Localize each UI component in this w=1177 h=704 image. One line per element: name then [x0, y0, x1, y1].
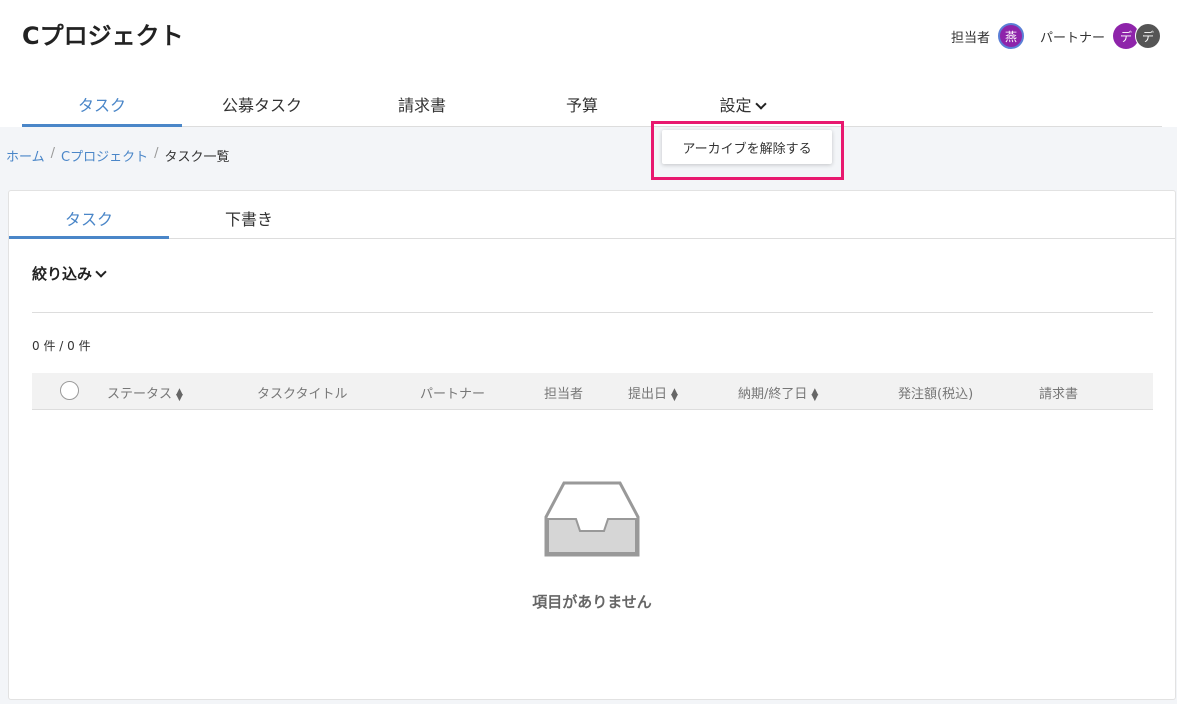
- highlight-box: [651, 121, 844, 180]
- tab-invoices[interactable]: 請求書: [342, 80, 502, 126]
- breadcrumb-current: タスク一覧: [164, 150, 230, 165]
- tab-tasks[interactable]: タスク: [22, 80, 182, 127]
- owner-label: 担当者: [950, 30, 990, 46]
- table-header: ステータス ▲ ▼ タスクタイトル パートナー 担当者 提出日 ▲ ▼ 納期/終了日 ▲ ▼…: [32, 373, 1153, 410]
- breadcrumb-home[interactable]: ホーム: [6, 146, 45, 165]
- chevron-down-icon: [754, 98, 767, 110]
- column-partner: パートナー: [420, 387, 486, 402]
- breadcrumb-project[interactable]: Cプロジェクト: [61, 146, 148, 165]
- column-deadline-label: 納期/終了日: [738, 387, 808, 402]
- column-submitted-label: 提出日: [628, 387, 668, 402]
- filter-toggle[interactable]: 絞り込み: [32, 263, 107, 284]
- project-members: 担当者 燕 パートナー デ デ: [951, 23, 1161, 49]
- column-deadline[interactable]: 納期/終了日 ▲ ▼: [738, 383, 818, 402]
- owner-avatar[interactable]: 燕: [997, 23, 1024, 49]
- result-count: 0 件 / 0 件: [32, 339, 91, 353]
- tab-budget[interactable]: 予算: [502, 80, 662, 126]
- project-title: Cプロジェクト: [22, 22, 184, 50]
- breadcrumb: ホーム / Cプロジェクト / タスク一覧: [6, 146, 230, 165]
- page-header: Cプロジェクト 担当者 燕 パートナー デ デ: [0, 0, 1177, 70]
- main-tabs: タスク 公募タスク 請求書 予算 設定: [22, 80, 1162, 127]
- column-status[interactable]: ステータス ▲ ▼: [107, 383, 183, 402]
- divider: [32, 312, 1153, 313]
- column-title: タスクタイトル: [257, 387, 348, 402]
- breadcrumb-separator: /: [154, 146, 159, 161]
- subtab-tasks[interactable]: タスク: [9, 191, 169, 239]
- sub-tabs: タスク 下書き: [9, 191, 1175, 239]
- chevron-down-icon: [95, 266, 107, 278]
- select-all-radio[interactable]: [60, 381, 79, 400]
- subtab-drafts[interactable]: 下書き: [169, 191, 329, 238]
- sort-icon: ▲ ▼: [671, 386, 678, 403]
- empty-message: 項目がありません: [532, 593, 652, 611]
- tab-settings-label: 設定: [719, 96, 752, 115]
- partner-label: パートナー: [1039, 30, 1105, 46]
- partner-avatar[interactable]: デ: [1135, 23, 1161, 49]
- column-submitted[interactable]: 提出日 ▲ ▼: [628, 383, 678, 402]
- sort-icon: ▲ ▼: [811, 386, 819, 403]
- column-amount: 発注額(税込): [898, 387, 974, 402]
- inbox-tray-icon: [544, 481, 640, 557]
- breadcrumb-separator: /: [50, 146, 56, 161]
- tab-settings[interactable]: 設定: [662, 80, 822, 126]
- task-list-card: タスク 下書き 絞り込み 0 件 / 0 件 ステータス ▲ ▼ タスクタイトル パ…: [8, 190, 1176, 700]
- column-status-label: ステータス: [107, 387, 173, 402]
- column-invoice: 請求書: [1039, 387, 1079, 402]
- sort-icon: ▲ ▼: [176, 386, 183, 403]
- filter-label: 絞り込み: [32, 265, 93, 283]
- tab-public-tasks[interactable]: 公募タスク: [182, 80, 342, 126]
- column-owner: 担当者: [544, 387, 584, 402]
